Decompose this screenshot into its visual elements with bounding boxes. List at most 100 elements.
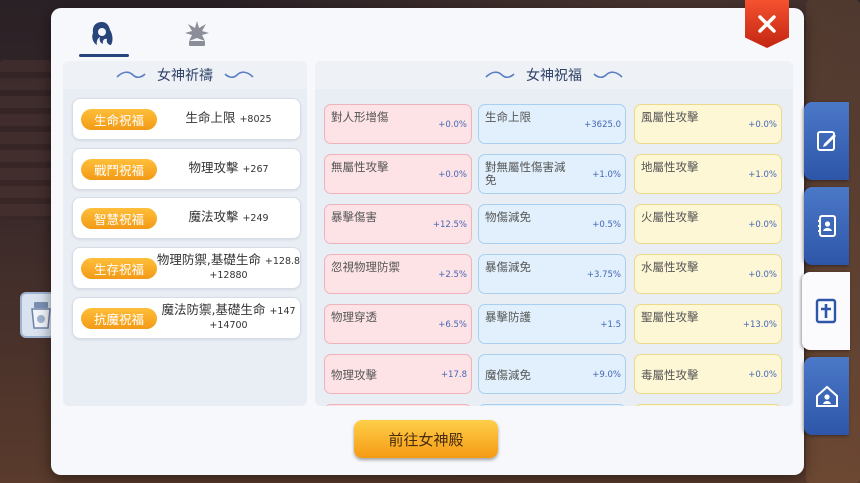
stat-value: +0.0% <box>438 170 467 180</box>
stat-cell: 忽視物理防禦 +2.5% <box>324 254 472 294</box>
contacts-book-icon <box>817 215 836 237</box>
stat-value: +0.0% <box>438 120 467 130</box>
blessing-effect: 魔法攻擊 +249 <box>161 198 296 238</box>
title-ornament-left-icon <box>485 71 515 79</box>
stat-name: 忽視物理防禦 <box>331 260 400 274</box>
side-tab-contacts[interactable] <box>804 187 849 265</box>
title-ornament-right-icon <box>593 71 623 79</box>
stat-value: +12.5% <box>432 220 467 230</box>
blessing-badge: 生存祝福 <box>81 258 157 279</box>
active-tab-indicator <box>79 54 129 57</box>
tab-goddess-crest[interactable] <box>174 14 220 54</box>
stat-cell-partial <box>478 404 626 406</box>
stat-name: 暴擊防護 <box>485 310 531 324</box>
blessing-effect: 生命上限 +8025 <box>161 99 296 139</box>
side-tab-goddess[interactable] <box>802 272 850 350</box>
blessing-title: 女神祝福 <box>526 68 582 84</box>
blessing-stat-value: +128.8 <box>264 256 301 267</box>
go-to-temple-button[interactable]: 前往女神殿 <box>354 420 498 458</box>
stat-name: 無屬性攻擊 <box>331 160 389 174</box>
stat-name: 對無屬性傷害減免 <box>485 160 566 187</box>
stat-cell: 生命上限 +3625.0 <box>478 104 626 144</box>
stat-value: +13.0% <box>742 320 777 330</box>
stat-cell: 對人形增傷 +0.0% <box>324 104 472 144</box>
stat-value: +17.8 <box>440 370 467 380</box>
stat-cell-partial <box>634 404 782 406</box>
close-icon <box>758 15 776 33</box>
stat-cell: 暴擊傷害 +12.5% <box>324 204 472 244</box>
blessing-row[interactable]: 生命祝福 生命上限 +8025 <box>72 98 301 140</box>
stat-name: 風屬性攻擊 <box>641 110 699 124</box>
stat-cell: 暴擊防護 +1.5 <box>478 304 626 344</box>
stat-value: +1.0% <box>748 170 777 180</box>
goddess-prayer-panel: 女神祈禱 生命祝福 生命上限 +8025 戰鬥祝福 物理攻擊 +267 智慧祝福 魔… <box>63 61 307 406</box>
stat-cell: 物理穿透 +6.5% <box>324 304 472 344</box>
blessing-stat-value: +8025 <box>239 114 272 125</box>
stat-cell-partial <box>324 404 472 406</box>
guild-house-icon <box>815 385 838 407</box>
stat-value: +3.75% <box>586 270 621 280</box>
stat-name: 地屬性攻擊 <box>641 160 699 174</box>
side-tab-guild[interactable] <box>804 357 849 435</box>
blessing-stat-value: +249 <box>242 213 269 224</box>
stat-value: +1.5 <box>600 320 621 330</box>
stat-name: 暴擊傷害 <box>331 210 377 224</box>
blessing-badge: 智慧祝福 <box>81 208 157 229</box>
prayer-title: 女神祈禱 <box>157 68 213 84</box>
stat-name: 火屬性攻擊 <box>641 210 699 224</box>
star-crest-icon <box>185 21 209 46</box>
stat-name: 生命上限 <box>485 110 531 124</box>
blessing-stat-name: 生命上限 <box>185 110 236 125</box>
stat-cell: 無屬性攻擊 +0.0% <box>324 154 472 194</box>
stat-value: +9.0% <box>592 370 621 380</box>
stat-name: 魔傷減免 <box>485 368 531 382</box>
stat-cell: 魔傷減免 +9.0% <box>478 354 626 394</box>
blessing-row[interactable]: 智慧祝福 魔法攻擊 +249 <box>72 197 301 239</box>
stat-value: +0.5% <box>592 220 621 230</box>
stat-cell: 毒屬性攻擊 +0.0% <box>634 354 782 394</box>
stat-name: 水屬性攻擊 <box>641 260 699 274</box>
goddess-dialog: 女神祈禱 生命祝福 生命上限 +8025 戰鬥祝福 物理攻擊 +267 智慧祝福 魔… <box>51 0 804 475</box>
stat-value: +2.5% <box>438 270 467 280</box>
blessing-stat-value-2: +14700 <box>209 320 248 331</box>
stat-cell: 對無屬性傷害減免 +1.0% <box>478 154 626 194</box>
blessing-row[interactable]: 戰鬥祝福 物理攻擊 +267 <box>72 148 301 190</box>
stat-cell: 火屬性攻擊 +0.0% <box>634 204 782 244</box>
stat-name: 對人形增傷 <box>331 110 389 124</box>
goddess-shrine-icon <box>815 298 837 324</box>
stat-cell: 聖屬性攻擊 +13.0% <box>634 304 782 344</box>
blessing-stat-value: +147 <box>269 306 296 317</box>
blessing-row[interactable]: 生存祝福 物理防禦,基礎生命 +128.8 +12880 <box>72 247 301 289</box>
goddess-blessing-panel: 女神祝福 對人形增傷 +0.0% 生命上限 +3625.0 風屬性攻擊 +0.0% 無… <box>315 61 793 406</box>
blessing-stat-value: +267 <box>242 164 269 175</box>
close-button[interactable] <box>745 0 789 48</box>
stat-cell: 暴傷減免 +3.75% <box>478 254 626 294</box>
quest-edit-icon <box>816 131 836 151</box>
stat-value: +0.0% <box>748 370 777 380</box>
stat-name: 物傷減免 <box>485 210 531 224</box>
stat-name: 物理攻擊 <box>331 368 377 382</box>
goddess-head-icon <box>92 22 113 45</box>
prayer-title-bar: 女神祈禱 <box>63 61 307 89</box>
side-tab-quest[interactable] <box>804 102 849 180</box>
stat-name: 物理穿透 <box>331 310 377 324</box>
stat-value: +0.0% <box>748 270 777 280</box>
blessing-badge: 抗魔祝福 <box>81 308 157 329</box>
stat-value: +0.0% <box>748 120 777 130</box>
stat-name: 聖屬性攻擊 <box>641 310 699 324</box>
stat-name: 暴傷減免 <box>485 260 531 274</box>
stat-cell: 風屬性攻擊 +0.0% <box>634 104 782 144</box>
title-ornament-left-icon <box>116 71 146 79</box>
stat-cell: 物傷減免 +0.5% <box>478 204 626 244</box>
stat-value: +1.0% <box>592 170 621 180</box>
stat-value: +0.0% <box>748 220 777 230</box>
title-ornament-right-icon <box>224 71 254 79</box>
stat-cell: 地屬性攻擊 +1.0% <box>634 154 782 194</box>
blessing-stat-name: 物理防禦,基礎生命 <box>156 252 261 267</box>
blessing-row[interactable]: 抗魔祝福 魔法防禦,基礎生命 +147 +14700 <box>72 297 301 339</box>
blessing-effect: 物理防禦,基礎生命 +128.8 +12880 <box>157 248 300 288</box>
stat-cell: 水屬性攻擊 +0.0% <box>634 254 782 294</box>
blessing-effect: 物理攻擊 +267 <box>161 149 296 189</box>
tab-goddess-prayer[interactable] <box>79 14 129 57</box>
stat-cell: 物理攻擊 +17.8 <box>324 354 472 394</box>
